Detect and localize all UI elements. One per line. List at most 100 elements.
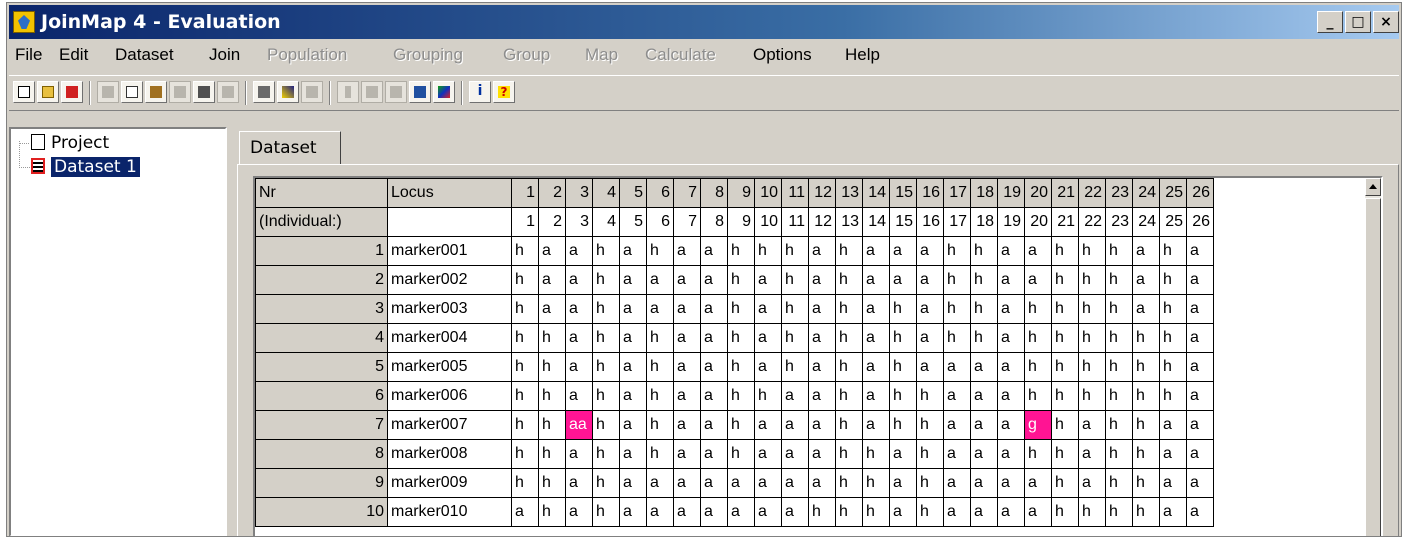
genotype-cell[interactable]: a bbox=[619, 265, 647, 295]
genotype-cell[interactable]: h bbox=[835, 439, 863, 469]
genotype-cell[interactable]: h bbox=[1105, 265, 1133, 295]
genotype-cell[interactable]: a bbox=[619, 236, 647, 266]
column-header[interactable]: 12 bbox=[808, 178, 836, 208]
genotype-cell[interactable]: h bbox=[592, 236, 620, 266]
genotype-cell[interactable]: a bbox=[511, 497, 539, 527]
genotype-cell[interactable]: a bbox=[1132, 294, 1160, 324]
header-nr[interactable]: Nr bbox=[255, 178, 388, 208]
genotype-cell[interactable]: h bbox=[511, 468, 539, 498]
genotype-cell[interactable]: a bbox=[673, 294, 701, 324]
genotype-cell[interactable]: a bbox=[1132, 265, 1160, 295]
row-number[interactable]: 10 bbox=[255, 497, 388, 527]
genotype-cell[interactable]: a bbox=[1024, 236, 1052, 266]
genotype-cell[interactable]: a bbox=[619, 439, 647, 469]
locus-name[interactable]: marker010 bbox=[387, 497, 512, 527]
locus-name[interactable]: marker006 bbox=[387, 381, 512, 411]
genotype-cell[interactable]: a bbox=[781, 439, 809, 469]
table-row[interactable]: 2 marker002 h a a h a a a a h a h a h a a a h h a a h h h a h a bbox=[255, 265, 1214, 295]
genotype-cell[interactable]: h bbox=[1078, 352, 1106, 382]
menu-dataset[interactable]: Dataset bbox=[115, 45, 174, 65]
column-header[interactable]: 4 bbox=[592, 178, 620, 208]
genotype-cell[interactable]: a bbox=[1078, 439, 1106, 469]
locus-name[interactable]: marker009 bbox=[387, 468, 512, 498]
genotype-cell[interactable]: h bbox=[1024, 352, 1052, 382]
genotype-cell[interactable]: h bbox=[862, 468, 890, 498]
genotype-cell[interactable]: a bbox=[538, 265, 566, 295]
genotype-cell[interactable]: h bbox=[1078, 381, 1106, 411]
menu-join[interactable]: Join bbox=[209, 45, 240, 65]
header-locus[interactable]: Locus bbox=[387, 178, 512, 208]
tree-item-project[interactable]: Project bbox=[31, 133, 109, 155]
tree-item-dataset-1[interactable]: Dataset 1 bbox=[31, 157, 140, 179]
genotype-cell[interactable]: h bbox=[727, 236, 755, 266]
genotype-cell[interactable]: a bbox=[808, 294, 836, 324]
genotype-cell[interactable]: a bbox=[754, 323, 782, 353]
genotype-cell[interactable]: a bbox=[565, 323, 593, 353]
row-number[interactable]: 4 bbox=[255, 323, 388, 353]
genotype-cell[interactable]: h bbox=[511, 294, 539, 324]
genotype-cell[interactable]: a bbox=[1186, 468, 1214, 498]
table-row[interactable]: 7 marker007 h h aa h a h a a h a a a h a h h a a a g h a h h a a bbox=[255, 410, 1214, 440]
genotype-cell[interactable]: a bbox=[673, 236, 701, 266]
locus-name[interactable]: marker001 bbox=[387, 236, 512, 266]
genotype-cell[interactable]: h bbox=[916, 468, 944, 498]
genotype-cell[interactable]: a bbox=[862, 410, 890, 440]
genotype-cell[interactable]: a bbox=[1186, 439, 1214, 469]
genotype-cell[interactable]: a bbox=[997, 497, 1025, 527]
genotype-cell[interactable]: a bbox=[565, 439, 593, 469]
genotype-cell[interactable]: a bbox=[1024, 497, 1052, 527]
genotype-cell[interactable]: a bbox=[700, 236, 728, 266]
table-row[interactable]: 5 marker005 h h a h a h a a h a h a h a h a a a a h h h h h h a bbox=[255, 352, 1214, 382]
genotype-cell[interactable]: a bbox=[700, 439, 728, 469]
genotype-cell[interactable]: a bbox=[1186, 265, 1214, 295]
genotype-cell[interactable]: h bbox=[538, 468, 566, 498]
row-number[interactable]: 6 bbox=[255, 381, 388, 411]
genotype-cell[interactable]: h bbox=[943, 294, 971, 324]
genotype-cell[interactable]: a bbox=[781, 410, 809, 440]
genotype-cell[interactable]: h bbox=[1051, 265, 1079, 295]
genotype-cell[interactable]: a bbox=[808, 352, 836, 382]
genotype-cell[interactable]: h bbox=[511, 381, 539, 411]
genotype-cell[interactable]: h bbox=[889, 294, 917, 324]
minimize-button[interactable]: _ bbox=[1317, 11, 1343, 33]
row-number[interactable]: 5 bbox=[255, 352, 388, 382]
genotype-cell[interactable]: h bbox=[646, 352, 674, 382]
genotype-cell[interactable]: a bbox=[700, 323, 728, 353]
genotype-cell[interactable]: h bbox=[646, 439, 674, 469]
row-number[interactable]: 8 bbox=[255, 439, 388, 469]
genotype-cell[interactable]: h bbox=[727, 410, 755, 440]
genotype-cell[interactable]: h bbox=[1105, 439, 1133, 469]
genotype-cell[interactable]: h bbox=[889, 323, 917, 353]
genotype-cell[interactable]: a bbox=[1159, 410, 1187, 440]
genotype-cell[interactable]: h bbox=[592, 294, 620, 324]
genotype-cell[interactable]: h bbox=[970, 265, 998, 295]
genotype-cell[interactable]: a bbox=[646, 497, 674, 527]
genotype-cell[interactable]: h bbox=[1105, 236, 1133, 266]
column-header[interactable]: 26 bbox=[1186, 178, 1214, 208]
open-folder-icon[interactable] bbox=[37, 81, 59, 103]
table-row[interactable]: 10 marker010 a h a h a a a a a a a h h h a h a a a a h h h h a a bbox=[255, 497, 1214, 527]
genotype-cell[interactable]: h bbox=[835, 352, 863, 382]
genotype-cell[interactable]: h bbox=[1024, 381, 1052, 411]
dataset-grid[interactable]: Nr Locus 1 2 3 4 5 6 7 8 9 10 11 12 13 14 15 16 17 18 19 20 21… bbox=[253, 176, 1383, 536]
genotype-cell[interactable]: h bbox=[835, 468, 863, 498]
genotype-cell[interactable]: h bbox=[1132, 410, 1160, 440]
genotype-cell[interactable]: a bbox=[646, 265, 674, 295]
grid-icon[interactable] bbox=[361, 81, 383, 103]
genotype-cell[interactable]: a bbox=[619, 381, 647, 411]
genotype-cell[interactable]: h bbox=[1105, 468, 1133, 498]
genotype-cell[interactable]: h bbox=[538, 323, 566, 353]
genotype-cell[interactable]: h bbox=[511, 265, 539, 295]
genotype-cell[interactable]: a bbox=[997, 439, 1025, 469]
genotype-cell[interactable]: a bbox=[700, 265, 728, 295]
genotype-cell[interactable]: h bbox=[1159, 352, 1187, 382]
genotype-cell[interactable]: h bbox=[862, 439, 890, 469]
genotype-cell[interactable]: a bbox=[700, 410, 728, 440]
genotype-cell[interactable]: h bbox=[511, 352, 539, 382]
genotype-cell[interactable]: h bbox=[781, 294, 809, 324]
genotype-cell[interactable]: h bbox=[538, 439, 566, 469]
genotype-cell[interactable]: h bbox=[1132, 323, 1160, 353]
genotype-cell[interactable]: h bbox=[889, 410, 917, 440]
table-row[interactable]: 3 marker003 h a a h a a a a h a h a h a h a h h a h h h h a h a bbox=[255, 294, 1214, 324]
genotype-cell[interactable]: a bbox=[862, 352, 890, 382]
